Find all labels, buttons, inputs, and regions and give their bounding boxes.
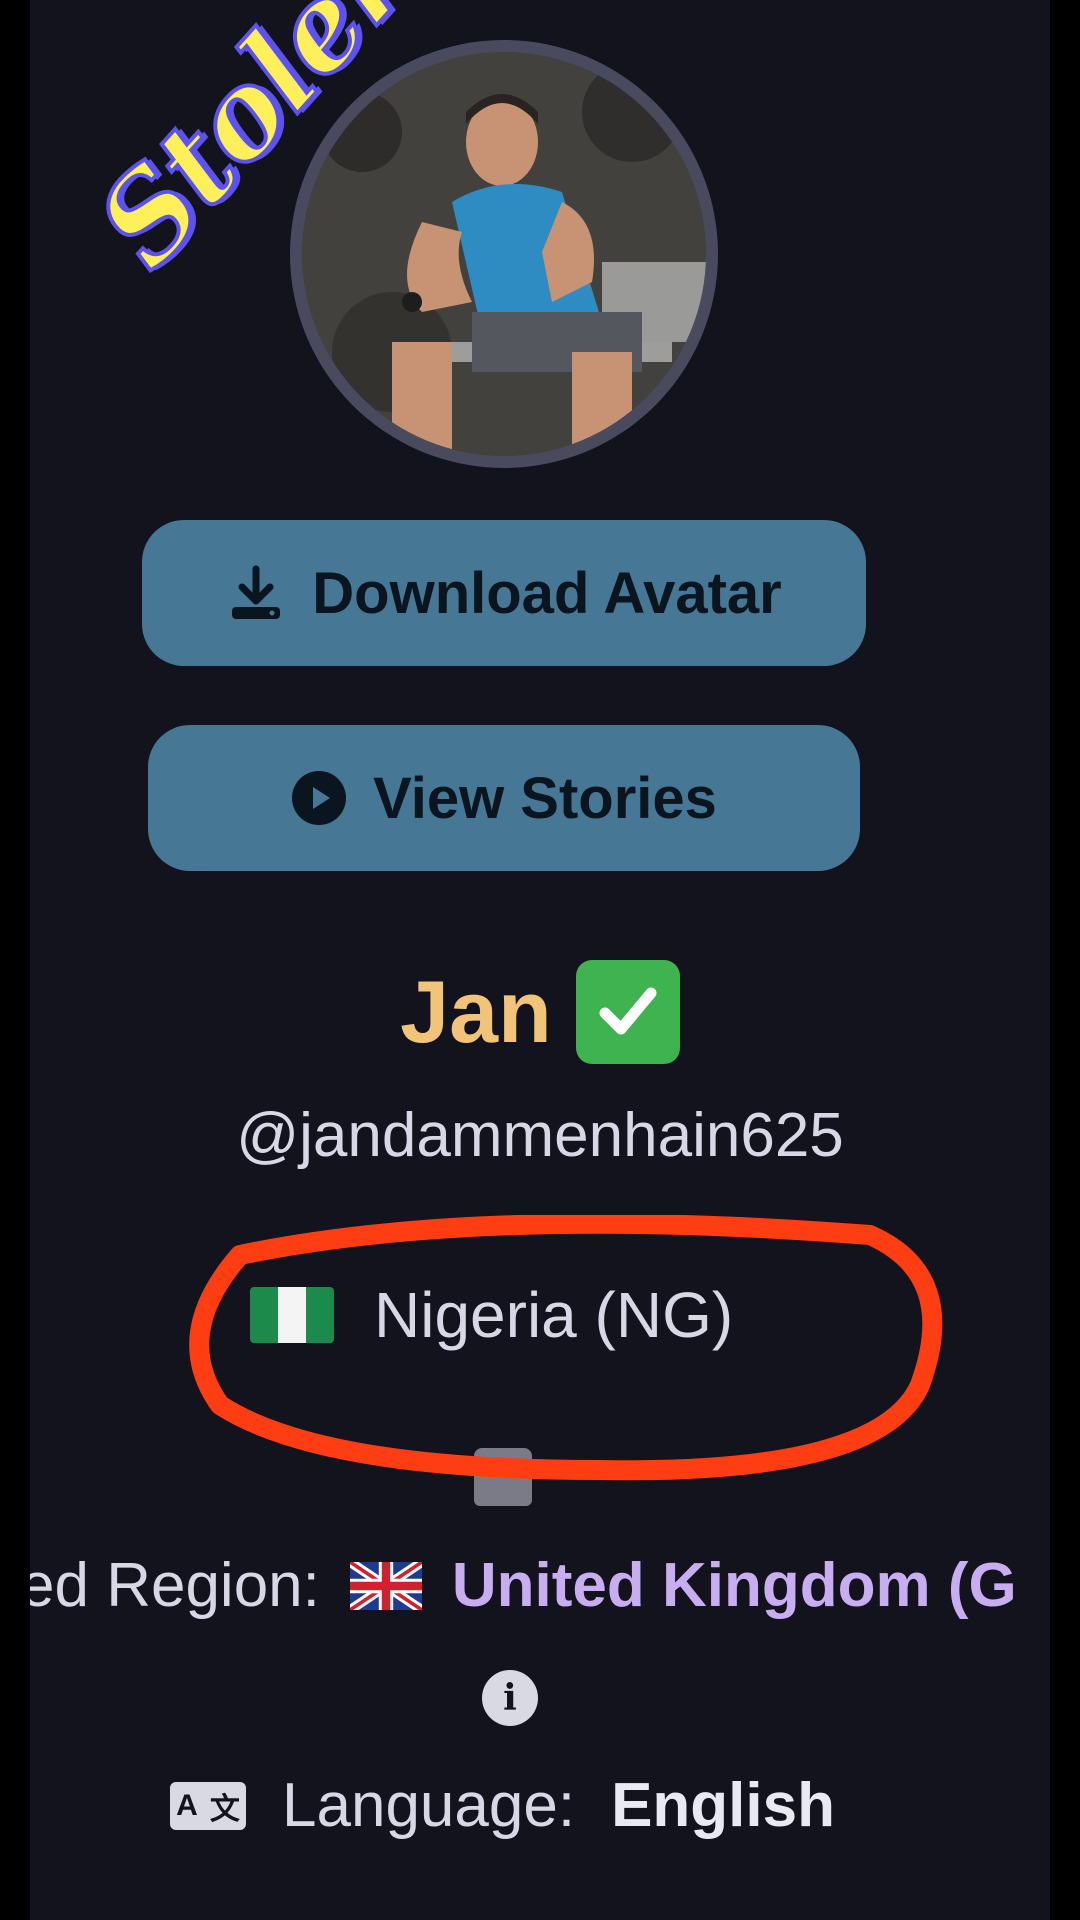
username: @jandammenhain625 (236, 1101, 844, 1170)
display-name: Jan (400, 962, 552, 1061)
avatar[interactable] (302, 52, 706, 456)
view-stories-button[interactable]: View Stories (148, 725, 860, 871)
red-circle-annotation (189, 1215, 943, 1481)
region-label: ed Region: (30, 1551, 320, 1620)
avatar-frame (290, 40, 718, 468)
view-stories-label: View Stories (373, 765, 717, 831)
region-value: United Kingdom (G (451, 1551, 1017, 1620)
uk-flag-icon (349, 1561, 422, 1610)
info-icon[interactable]: i (482, 1670, 538, 1726)
language-label: Language: (282, 1771, 576, 1840)
download-icon (226, 563, 286, 623)
download-avatar-button[interactable]: Download Avatar (142, 520, 866, 666)
nigeria-flag-icon (250, 1287, 334, 1343)
language-value: English (611, 1771, 835, 1840)
profile-screen: Stolen Download Avatar View Stories Jan (30, 0, 1050, 1920)
play-icon (291, 770, 347, 826)
drag-handle[interactable] (474, 1448, 532, 1506)
translate-icon: A文 (170, 1781, 246, 1830)
country-label: Nigeria (NG) (374, 1279, 734, 1351)
region-row: ed Region: United Kingdom (G (30, 1550, 1017, 1621)
check-mark-icon (575, 960, 680, 1064)
download-avatar-label: Download Avatar (312, 560, 782, 626)
language-row: A文 Language: English (170, 1770, 835, 1841)
name-row: Jan (30, 960, 1050, 1064)
country-row: Nigeria (NG) (250, 1278, 733, 1352)
